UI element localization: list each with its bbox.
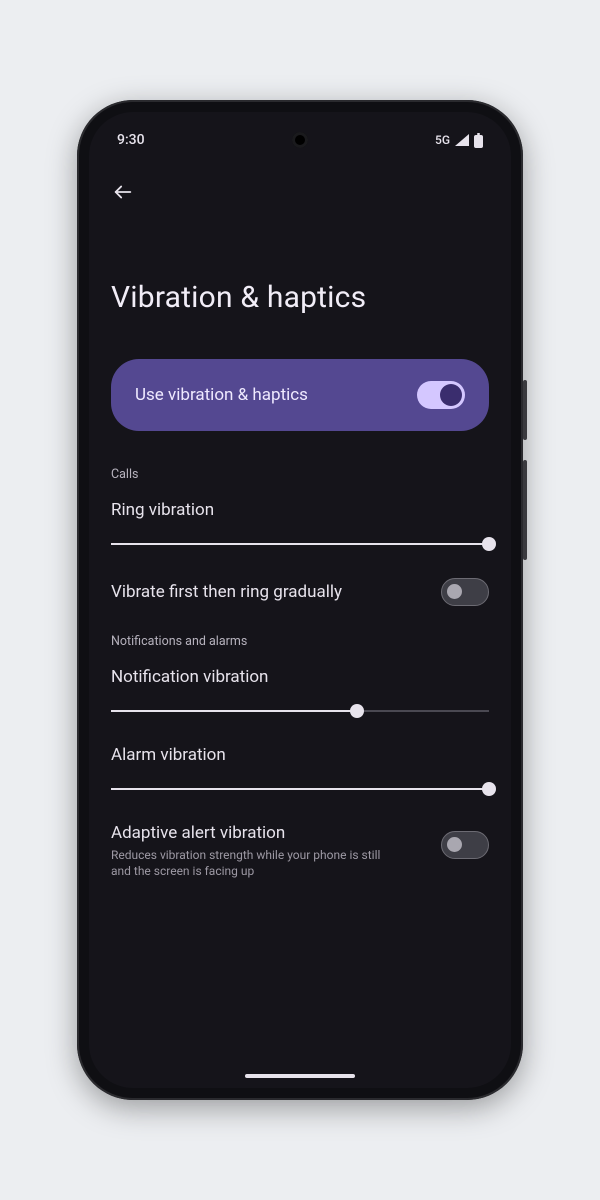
front-camera (292, 132, 308, 148)
app-bar (89, 168, 511, 216)
alarm-vibration-slider[interactable] (111, 779, 489, 799)
switch-thumb (447, 837, 462, 852)
ring-vibration-label: Ring vibration (111, 500, 489, 520)
arrow-left-icon (112, 181, 134, 203)
vibrate-first-row[interactable]: Vibrate first then ring gradually (111, 578, 489, 606)
alarm-vibration-label: Alarm vibration (111, 745, 489, 765)
gesture-nav-bar[interactable] (245, 1074, 355, 1078)
master-switch[interactable] (417, 381, 465, 409)
signal-icon (454, 133, 470, 147)
adaptive-alert-switch[interactable] (441, 831, 489, 859)
master-toggle-label: Use vibration & haptics (135, 385, 308, 405)
notification-vibration-row: Notification vibration (111, 667, 489, 721)
section-heading-calls: Calls (111, 467, 489, 482)
adaptive-alert-sub: Reduces vibration strength while your ph… (111, 847, 391, 879)
notification-vibration-slider[interactable] (111, 701, 489, 721)
side-button (523, 380, 527, 440)
adaptive-alert-label: Adaptive alert vibration (111, 823, 391, 843)
ring-vibration-slider[interactable] (111, 534, 489, 554)
ring-vibration-row: Ring vibration (111, 500, 489, 554)
master-toggle-card[interactable]: Use vibration & haptics (111, 359, 489, 431)
status-time: 9:30 (117, 132, 145, 148)
side-button (523, 460, 527, 560)
battery-icon (474, 133, 483, 148)
status-right: 5G (435, 133, 483, 148)
phone-frame: 9:30 5G Vibration & haptics Use vibratio… (77, 100, 523, 1100)
notification-vibration-label: Notification vibration (111, 667, 489, 687)
switch-thumb (447, 584, 462, 599)
network-type: 5G (435, 133, 450, 147)
page-title: Vibration & haptics (111, 280, 489, 315)
content-area: Vibration & haptics Use vibration & hapt… (89, 216, 511, 1088)
back-button[interactable] (107, 176, 139, 208)
vibrate-first-switch[interactable] (441, 578, 489, 606)
screen: 9:30 5G Vibration & haptics Use vibratio… (89, 112, 511, 1088)
alarm-vibration-row: Alarm vibration (111, 745, 489, 799)
section-heading-notifs: Notifications and alarms (111, 634, 489, 649)
vibrate-first-label: Vibrate first then ring gradually (111, 582, 342, 602)
switch-thumb (440, 384, 462, 406)
adaptive-alert-row[interactable]: Adaptive alert vibration Reduces vibrati… (111, 823, 489, 879)
